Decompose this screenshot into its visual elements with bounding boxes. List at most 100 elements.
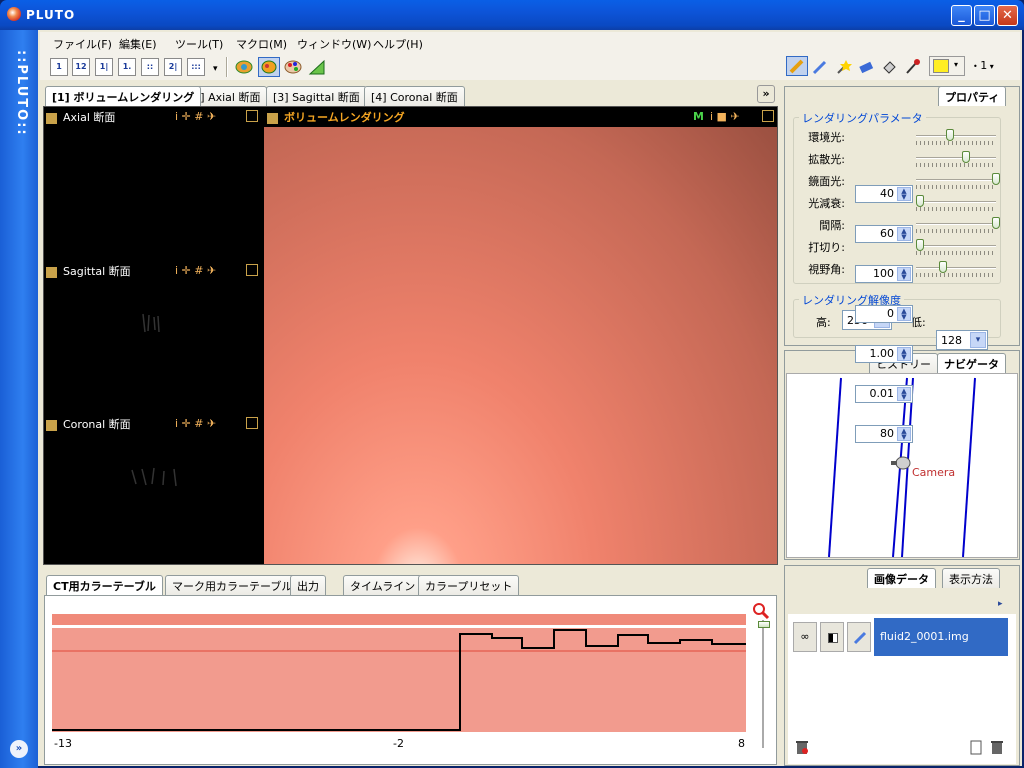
param-spinner[interactable]: 80 ▲ ▼: [855, 425, 913, 443]
sidebar-collapse-button[interactable]: »: [10, 740, 28, 758]
spin-arrows-icon[interactable]: ▲▼: [897, 387, 911, 401]
surface-view-icon[interactable]: [258, 57, 280, 77]
tab-properties[interactable]: プロパティ: [938, 86, 1007, 106]
spin-arrows-icon[interactable]: ▲▼: [897, 187, 911, 201]
param-slider-thumb[interactable]: [992, 173, 1000, 185]
volume-render-canvas[interactable]: [264, 127, 777, 564]
param-slider-thumb[interactable]: [916, 239, 924, 251]
eyedropper-icon[interactable]: [903, 58, 921, 76]
palette-icon[interactable]: [283, 58, 303, 76]
measure-icon[interactable]: [307, 58, 327, 76]
tab-color-preset[interactable]: カラープリセット: [418, 575, 520, 595]
menu-edit[interactable]: 編集(E): [119, 36, 157, 52]
spin-arrows-icon[interactable]: ▲▼: [897, 307, 911, 321]
layout-21-button[interactable]: 2|: [164, 58, 182, 76]
maximize-button[interactable]: □: [974, 5, 995, 26]
param-slider[interactable]: [916, 259, 998, 279]
param-slider[interactable]: [916, 237, 998, 257]
param-spinner[interactable]: 100 ▲ ▼: [855, 265, 913, 283]
tab-volume-rendering[interactable]: [1] ボリュームレンダリング: [45, 86, 202, 106]
eraser-icon[interactable]: [857, 58, 875, 76]
layout-12-button[interactable]: 12: [72, 58, 90, 76]
tab-timeline[interactable]: タイムライン: [343, 575, 423, 595]
magic-wand-icon[interactable]: [834, 58, 852, 76]
color-table-svg[interactable]: [52, 614, 746, 732]
param-slider-thumb[interactable]: [916, 195, 924, 207]
color-table-canvas[interactable]: [52, 614, 746, 732]
menu-help[interactable]: ヘルプ(H): [373, 36, 423, 52]
color-picker[interactable]: ▾: [929, 56, 965, 76]
m-icon[interactable]: M: [693, 110, 704, 123]
tab-display-method[interactable]: 表示方法: [942, 568, 1000, 588]
tab-navigator[interactable]: ナビゲータ: [937, 353, 1006, 373]
title-bar[interactable]: [0, 0, 1024, 30]
tabs-more-button[interactable]: »: [757, 85, 775, 103]
menu-tools[interactable]: ツール(T): [175, 36, 223, 52]
layout-more-icon[interactable]: ▾: [213, 64, 218, 74]
layout-9-button[interactable]: :::: [187, 58, 205, 76]
tab-output[interactable]: 出力: [290, 575, 326, 595]
low-resolution-select[interactable]: 128 ▾: [936, 330, 988, 350]
camera-icon[interactable]: [895, 456, 911, 470]
tab-image-data[interactable]: 画像データ: [867, 568, 936, 588]
line-width-select[interactable]: • 1 ▾: [973, 56, 1013, 76]
param-slider-thumb[interactable]: [962, 151, 970, 163]
spin-arrows-icon[interactable]: ▲▼: [897, 267, 911, 281]
close-button[interactable]: ✕: [997, 5, 1018, 26]
param-slider-thumb[interactable]: [939, 261, 947, 273]
image-row[interactable]: ∞ fluid2_0001.img: [788, 616, 1016, 656]
sagittal-tools[interactable]: i ✛ # ✈: [175, 264, 216, 277]
spin-arrows-icon[interactable]: ▲▼: [897, 227, 911, 241]
param-slider-thumb[interactable]: [946, 129, 954, 141]
pencil-icon[interactable]: [786, 56, 808, 76]
tab-coronal[interactable]: [4] Coronal 断面: [364, 86, 465, 106]
sagittal-attach-icon[interactable]: [246, 264, 258, 276]
tab-mark-color-table[interactable]: マーク用カラーテーブル: [165, 575, 300, 595]
zoom-slider-thumb[interactable]: [758, 621, 770, 628]
coronal-attach-icon[interactable]: [246, 417, 258, 429]
fill-bucket-icon[interactable]: [880, 58, 898, 76]
zoom-icon[interactable]: [752, 602, 770, 620]
param-slider[interactable]: [916, 171, 1000, 191]
param-slider[interactable]: [916, 193, 998, 213]
param-slider[interactable]: [916, 149, 998, 169]
layout-4-button[interactable]: ::: [141, 58, 159, 76]
link-icon[interactable]: ∞: [793, 622, 817, 652]
param-value: 0: [887, 307, 894, 320]
menu-file[interactable]: ファイル(F): [53, 36, 112, 52]
brush-icon[interactable]: [811, 58, 829, 76]
image-file-name[interactable]: fluid2_0001.img: [874, 618, 1008, 656]
brush-small-icon[interactable]: [847, 622, 871, 652]
volume-attach-icon[interactable]: [762, 110, 774, 122]
param-value: 0.01: [869, 387, 895, 400]
coronal-tools[interactable]: i ✛ # ✈: [175, 417, 216, 430]
param-slider-thumb[interactable]: [992, 217, 1000, 229]
remove-image-icon[interactable]: [795, 739, 809, 755]
new-image-icon[interactable]: [969, 739, 983, 755]
param-spinner[interactable]: 60 ▲ ▼: [855, 225, 913, 243]
spin-arrows-icon[interactable]: ▲▼: [897, 427, 911, 441]
param-spinner[interactable]: 40 ▲ ▼: [855, 185, 913, 203]
volume-tools[interactable]: i ■ ✈: [710, 110, 740, 123]
menu-window[interactable]: ウィンドウ(W): [297, 36, 371, 52]
layout-1-button[interactable]: 1: [50, 58, 68, 76]
axial-attach-icon[interactable]: [246, 110, 258, 122]
trash-icon[interactable]: [990, 739, 1004, 755]
layout-1h-button[interactable]: 1.: [118, 58, 136, 76]
param-spinner[interactable]: 0.01 ▲ ▼: [855, 385, 913, 403]
menu-macro[interactable]: マクロ(M): [236, 36, 287, 52]
axial-tools[interactable]: i ✛ # ✈: [175, 110, 216, 123]
next-arrow-icon[interactable]: ▸: [998, 599, 1003, 609]
param-spinner[interactable]: 1.00 ▲ ▼: [855, 345, 913, 363]
param-slider[interactable]: [916, 215, 1000, 235]
zoom-slider[interactable]: [757, 620, 770, 748]
layout-1v-button[interactable]: 1|: [95, 58, 113, 76]
param-slider[interactable]: [916, 127, 998, 147]
tab-ct-color-table[interactable]: CT用カラーテーブル: [46, 575, 163, 595]
contrast-icon[interactable]: [820, 622, 844, 652]
minimize-button[interactable]: _: [951, 5, 972, 26]
spin-arrows-icon[interactable]: ▲▼: [897, 347, 911, 361]
tab-sagittal[interactable]: [3] Sagittal 断面: [266, 86, 367, 106]
param-spinner[interactable]: 0 ▲ ▼: [855, 305, 913, 323]
volume-view-icon[interactable]: [234, 58, 254, 76]
